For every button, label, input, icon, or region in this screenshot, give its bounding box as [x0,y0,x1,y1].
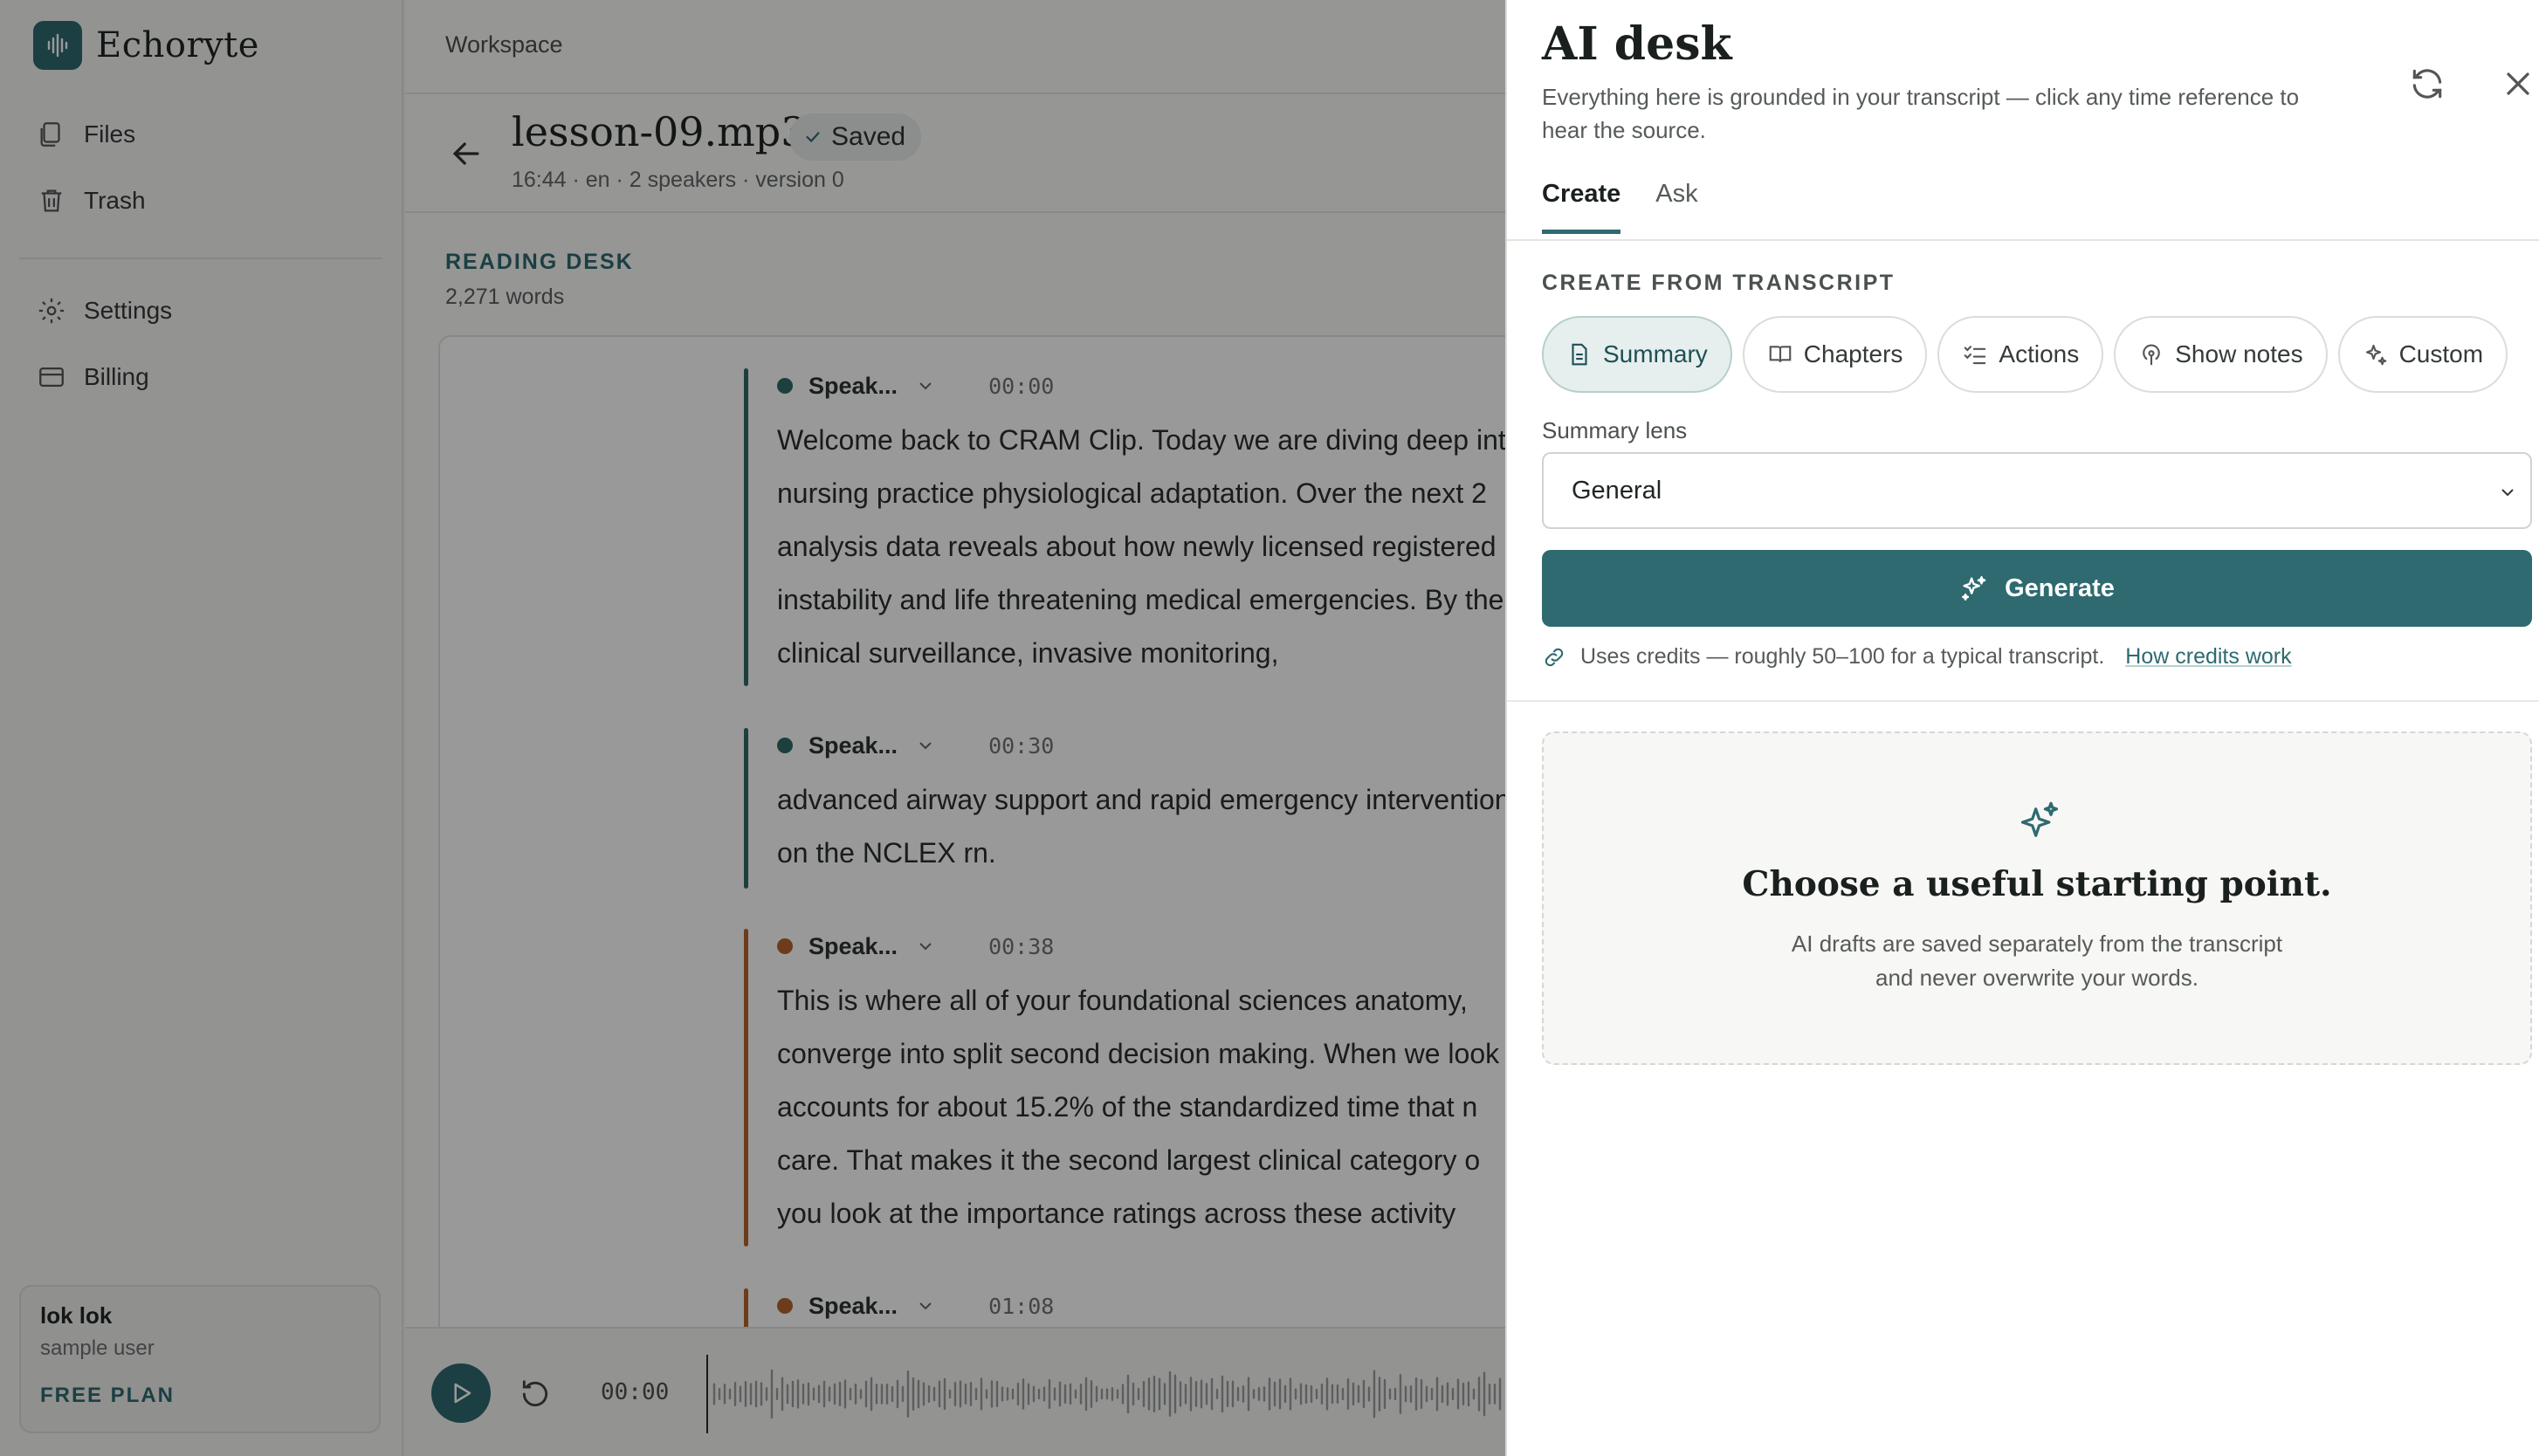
sparkle-icon [1962,576,1986,601]
summary-lens-select[interactable]: General [1542,452,2532,529]
tab-ask[interactable]: Ask [1655,180,1697,234]
book-icon [1769,346,1792,362]
empty-state-line: AI drafts are saved separately from the … [1791,931,2283,957]
tabs-divider [1507,239,2539,241]
sparkle-icon [2365,344,2386,366]
sparkle-icon [2020,801,2059,837]
chevron-down-icon [2501,489,2514,497]
chip-label: Actions [1999,340,2080,367]
credits-note: Uses credits — roughly 50–100 for a typi… [1542,644,2292,670]
credits-help-link[interactable]: How credits work [2125,644,2291,670]
chip-label: Summary [1603,340,1708,367]
chip-label: Chapters [1803,340,1903,367]
generate-button[interactable]: Generate [1542,550,2532,627]
podcast-icon [2143,344,2161,366]
panel-tabs: Create Ask [1542,180,1698,234]
ai-desk-panel: AI desk Everything here is grounded in y… [1505,0,2539,1456]
empty-state-line: and never overwrite your words. [1875,965,2198,991]
summary-lens-label: Summary lens [1542,417,1688,443]
chip-show-notes[interactable]: Show notes [2114,316,2328,393]
panel-divider [1507,700,2539,702]
generate-label: Generate [2005,573,2115,602]
modal-backdrop[interactable] [0,0,1505,1456]
document-icon [1572,343,1587,366]
panel-title: AI desk [1542,17,1732,71]
chip-actions[interactable]: Actions [1937,316,2104,393]
refresh-icon[interactable] [2408,65,2446,103]
link-icon [1545,648,1564,666]
chip-custom[interactable]: Custom [2337,316,2508,393]
select-value: General [1572,476,1662,505]
panel-subtitle: Everything here is grounded in your tran… [1542,84,2300,143]
chip-chapters[interactable]: Chapters [1742,316,1928,393]
chip-summary[interactable]: Summary [1542,316,1732,393]
close-icon[interactable] [2499,65,2537,103]
empty-state-text: AI drafts are saved separately from the … [1544,927,2530,995]
section-label: CREATE FROM TRANSCRIPT [1542,271,1896,295]
empty-state-title: Choose a useful starting point. [1742,864,2332,904]
checklist-icon [1964,346,1986,365]
tab-create[interactable]: Create [1542,180,1621,234]
create-type-chips: Summary Chapters Actions Show notes Cust… [1542,316,2508,393]
chip-label: Show notes [2175,340,2303,367]
empty-state: Choose a useful starting point. AI draft… [1542,731,2532,1065]
chip-label: Custom [2398,340,2484,367]
credits-text: Uses credits — roughly 50–100 for a typi… [1580,644,2105,669]
